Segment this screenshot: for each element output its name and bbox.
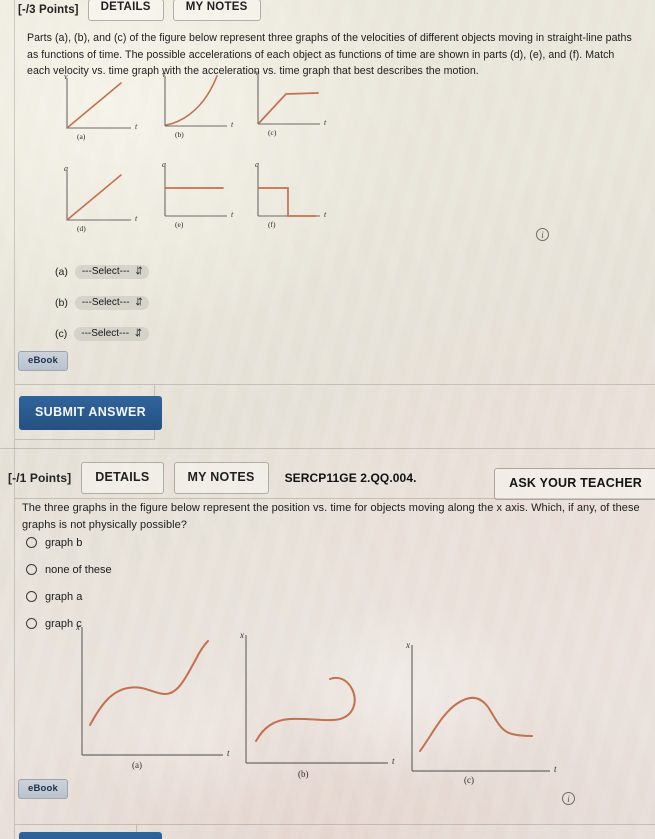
submit-panel-2-right	[137, 824, 655, 839]
answer-row-c-label: (c)	[55, 328, 68, 340]
choice-none-of-these[interactable]: none of these	[26, 559, 112, 580]
ask-your-teacher-button[interactable]: ASK YOUR TEACHER	[494, 468, 655, 500]
figure-panel-e: a t (e)	[153, 158, 243, 229]
answer-select-b-value: ---Select---	[81, 297, 130, 308]
information-icon[interactable]: i	[536, 228, 549, 241]
choice-none-of-these-label: none of these	[45, 563, 112, 576]
figure2-panel-c-label: (c)	[464, 775, 474, 785]
chevron-updown-icon: ⇵	[135, 326, 142, 339]
figure2-panel-a-label: (a)	[132, 760, 142, 770]
ebook-button-2[interactable]: eBook	[18, 779, 69, 799]
question-code: SERCP11GE 2.QQ.004.	[284, 470, 417, 485]
question-2-prompt: The three graphs in the figure below rep…	[22, 502, 640, 531]
my-notes-button-2[interactable]: MY NOTES	[173, 462, 269, 494]
ebook-button[interactable]: eBook	[18, 351, 69, 371]
figure-panel-a: v t (a)	[55, 70, 145, 141]
svg-text:t: t	[324, 118, 327, 127]
figure-panel-d-label: (d)	[77, 224, 86, 233]
question-2-figure: x t (a) x t (b) x t (c)	[0, 615, 655, 805]
my-notes-button[interactable]: MY NOTES	[172, 0, 261, 22]
figure2-panel-c: x t (c)	[398, 633, 583, 793]
figure-panel-b-label: (b)	[175, 130, 184, 139]
figure-panel-b: v t (b)	[153, 68, 243, 139]
question-2-toolbar: [-/1 Points] DETAILS MY NOTES SERCP11GE …	[8, 462, 417, 494]
choice-graph-b-label: graph b	[45, 536, 83, 549]
svg-text:x: x	[239, 630, 244, 640]
svg-text:t: t	[135, 214, 138, 223]
figure-panel-a-label: (a)	[77, 132, 86, 141]
answer-row-b: (b) ---Select--- ⇵	[55, 295, 150, 310]
svg-text:x: x	[405, 640, 410, 650]
question-1-block: [-/3 Points] DETAILS MY NOTES Parts (a),…	[0, 0, 655, 440]
question-2-block: [-/1 Points] DETAILS MY NOTES SERCP11GE …	[0, 440, 655, 839]
answer-select-a-value: ---Select---	[81, 266, 130, 277]
radio-icon[interactable]	[26, 564, 37, 575]
figure2-panel-a: x t (a)	[60, 615, 245, 775]
details-button[interactable]: DETAILS	[87, 0, 164, 22]
answer-select-c-value: ---Select---	[81, 328, 130, 339]
question-1-figure: v t (a) v t (b) v t (c) a t (d) a t (e) …	[55, 68, 365, 250]
chevron-updown-icon: ⇵	[135, 264, 143, 277]
svg-text:x: x	[75, 622, 80, 632]
question-1-toolbar: [-/3 Points] DETAILS MY NOTES	[18, 0, 261, 24]
svg-text:t: t	[231, 210, 234, 219]
figure2-panel-b: x t (b)	[228, 623, 413, 783]
figure-panel-c-label: (c)	[268, 128, 277, 137]
answer-select-c[interactable]: ---Select--- ⇵	[74, 326, 149, 341]
answer-row-b-label: (b)	[55, 297, 68, 309]
figure-panel-d: a t (d)	[55, 162, 145, 233]
question-2-top-rule	[14, 498, 655, 499]
details-button-2[interactable]: DETAILS	[81, 462, 164, 494]
submit-panel-right	[155, 384, 655, 385]
svg-text:t: t	[554, 764, 557, 774]
radio-icon[interactable]	[26, 537, 37, 548]
choice-graph-b[interactable]: graph b	[26, 532, 112, 553]
points-label: [-/3 Points]	[18, 4, 79, 16]
figure-panel-f: a t (f)	[246, 158, 336, 229]
answer-row-a: (a) ---Select--- ⇵	[55, 264, 150, 279]
answer-row-c: (c) ---Select--- ⇵	[55, 327, 149, 341]
choice-graph-a[interactable]: graph a	[26, 586, 112, 607]
figure2-panel-b-label: (b)	[298, 769, 309, 779]
answer-row-a-label: (a)	[55, 266, 68, 278]
figure-panel-c: v t (c)	[246, 66, 336, 137]
points-label-2: [-/1 Points]	[8, 470, 72, 485]
svg-text:t: t	[231, 120, 234, 129]
svg-text:t: t	[392, 756, 395, 766]
chevron-updown-icon: ⇵	[135, 295, 143, 308]
choice-graph-a-label: graph a	[45, 590, 83, 603]
answer-select-b[interactable]: ---Select--- ⇵	[74, 295, 150, 310]
figure-panel-e-label: (e)	[175, 220, 184, 229]
svg-text:t: t	[324, 210, 327, 219]
submit-answer-button[interactable]: SUBMIT ANSWER	[19, 396, 163, 430]
information-icon-2[interactable]: i	[562, 792, 575, 805]
radio-icon[interactable]	[26, 591, 37, 602]
submit-answer-button-2[interactable]: SUBMIT ANSWER	[19, 832, 163, 839]
answer-select-a[interactable]: ---Select--- ⇵	[74, 264, 150, 279]
figure-panel-f-label: (f)	[268, 220, 276, 229]
svg-text:t: t	[135, 122, 138, 131]
